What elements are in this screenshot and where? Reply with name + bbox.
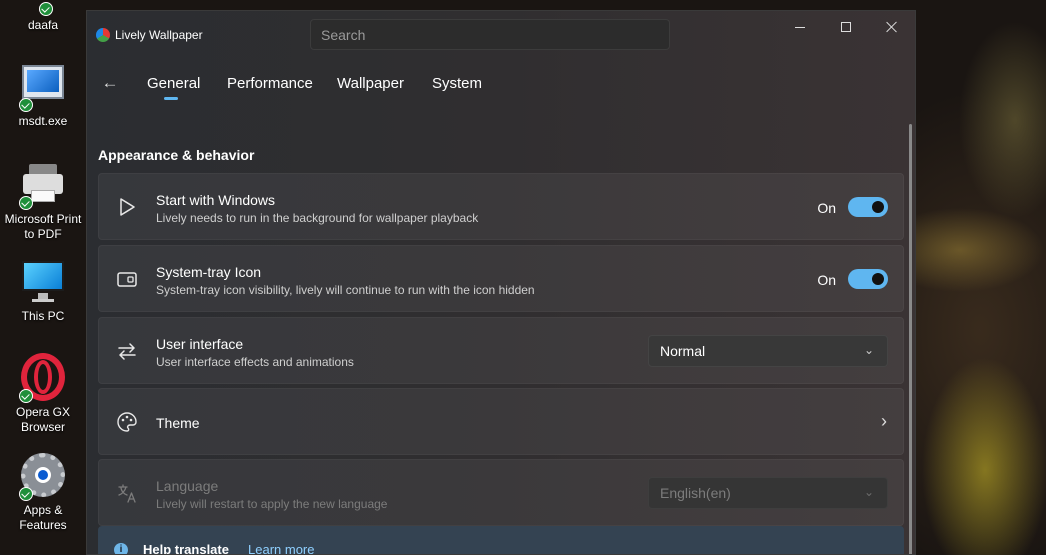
folder-icon [19,0,67,16]
setting-title: Language [156,478,219,494]
lively-logo-icon [96,28,110,42]
desktop-item-label: Opera GX Browser [15,405,71,434]
setting-title: User interface [156,336,244,352]
toggle-state-label: On [817,200,836,216]
desktop-item-label: Microsoft Print to PDF [4,212,82,241]
setting-desc: User interface effects and animations [156,355,354,369]
setting-desc: Lively needs to run in the background fo… [156,211,479,225]
setting-desc: Lively will restart to apply the new lan… [156,497,388,511]
desktop-item-label: Apps & Features [19,503,67,532]
desktop-item-opera[interactable]: Opera GX Browser [0,353,86,435]
maximize-icon [841,22,851,32]
palette-icon [117,412,137,432]
translate-icon [118,484,136,503]
monitor-icon [19,257,67,305]
desktop-item-print-pdf[interactable]: Microsoft Print to PDF [0,160,86,242]
learn-more-link[interactable]: Learn more [248,542,314,554]
desktop-item-label: daafa [27,18,59,32]
window-title: Lively Wallpaper [115,28,203,42]
setting-theme[interactable]: Theme › [98,388,904,455]
tab-system[interactable]: System [432,75,482,92]
system-tray-toggle[interactable] [848,269,888,289]
opera-icon [19,353,67,403]
user-interface-dropdown[interactable]: Normal ⌄ [648,335,888,367]
close-button[interactable] [869,11,915,43]
lively-window: Lively Wallpaper ← General Performance W… [86,10,916,555]
setting-title: Theme [156,415,200,431]
dropdown-value: English(en) [660,485,731,501]
setting-start-with-windows: Start with Windows Lively needs to run i… [98,173,904,240]
search-input[interactable] [310,19,670,50]
tab-wallpaper[interactable]: Wallpaper [337,75,404,92]
desktop-item-daafa[interactable]: daafa [0,0,86,33]
setting-system-tray-icon: System-tray Icon System-tray icon visibi… [98,245,904,312]
help-translate-infobar: i Help translate Learn more [98,526,904,555]
dropdown-value: Normal [660,343,706,359]
play-icon [120,198,135,216]
title-bar[interactable]: Lively Wallpaper [87,11,915,59]
maximize-button[interactable] [823,11,869,43]
desktop-item-label: msdt.exe [18,114,68,128]
toggle-state-label: On [817,272,836,288]
info-icon: i [114,543,128,554]
chevron-right-icon: › [881,411,887,431]
back-arrow-icon[interactable]: ← [100,74,120,94]
desktop-item-msdt[interactable]: msdt.exe [0,62,86,129]
desktop-item-label: This PC [21,309,65,323]
infobar-title: Help translate [143,542,229,555]
chevron-down-icon: ⌄ [863,343,874,357]
tab-performance[interactable]: Performance [227,75,313,92]
language-dropdown: English(en) ⌄ [648,477,888,509]
msdt-icon [19,62,67,112]
tray-icon [117,272,137,287]
setting-desc: System-tray icon visibility, lively will… [156,283,535,297]
printer-icon [19,160,67,210]
setting-title: System-tray Icon [156,264,262,280]
setting-language: Language Lively will restart to apply th… [98,459,904,526]
section-title: Appearance & behavior [98,147,255,163]
minimize-button[interactable] [777,11,823,43]
start-with-windows-toggle[interactable] [848,197,888,217]
active-tab-indicator [164,97,178,100]
setting-title: Start with Windows [156,192,276,208]
chevron-down-icon: ⌄ [863,485,874,499]
scrollbar[interactable] [909,124,912,554]
swap-arrows-icon [118,343,136,360]
desktop-item-apps-features[interactable]: Apps & Features [0,451,86,533]
settings-tabs: ← General Performance Wallpaper System [87,66,915,106]
desktop-item-this-pc[interactable]: This PC [0,257,86,324]
minimize-icon [795,26,805,28]
gear-icon [19,451,67,501]
close-icon [886,21,898,33]
setting-user-interface: User interface User interface effects an… [98,317,904,384]
tab-general[interactable]: General [147,75,200,92]
desktop-icons: daafa msdt.exe Microsoft Print to PDF Th… [0,0,86,555]
